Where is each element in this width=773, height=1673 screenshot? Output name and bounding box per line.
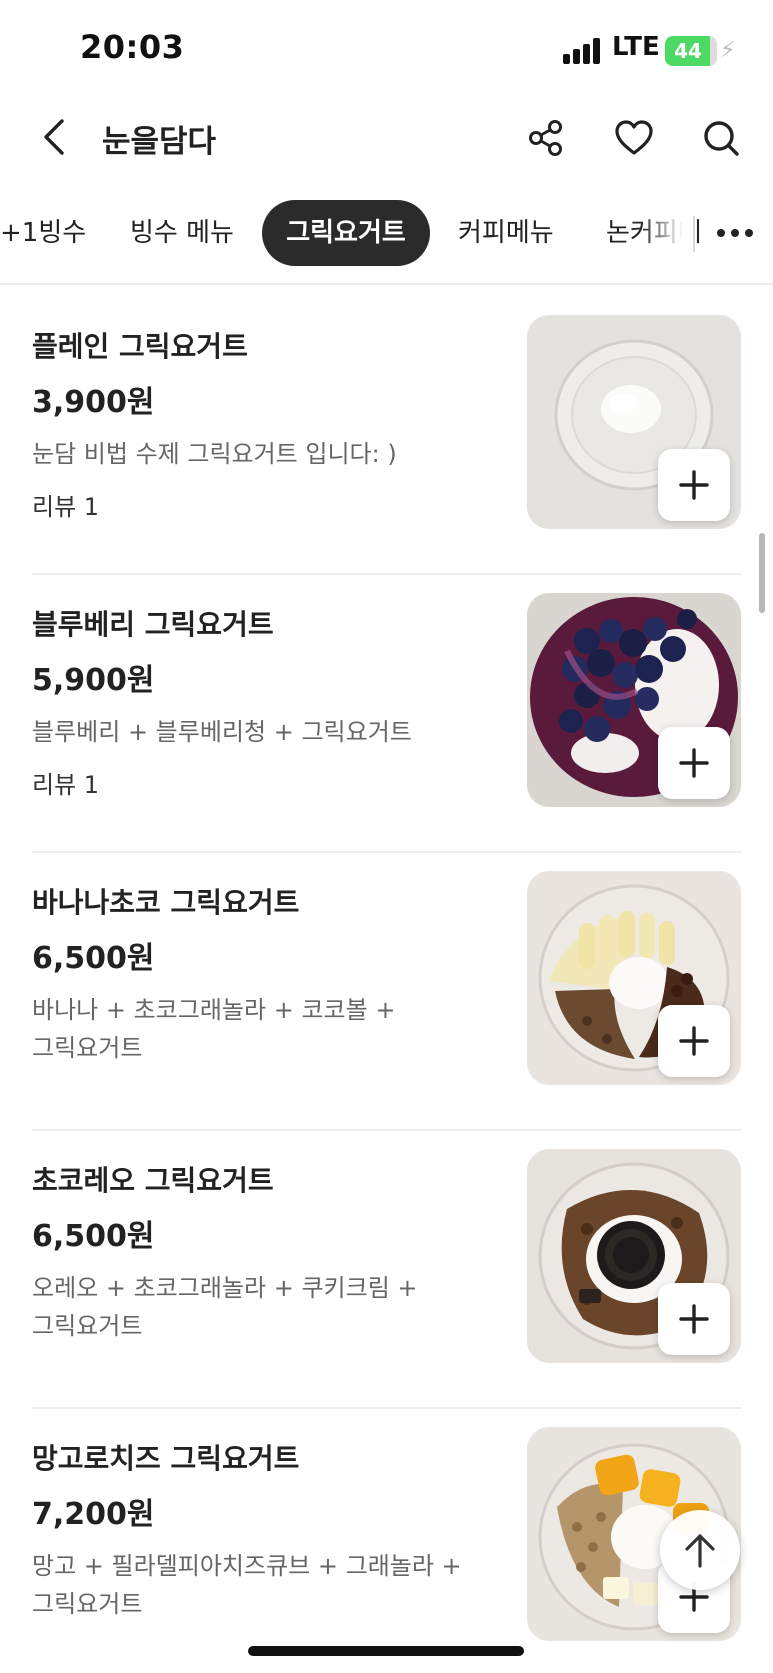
share-button[interactable] [520, 112, 572, 164]
battery-level: 44 [674, 39, 702, 63]
menu-item-price: 3,900원 [32, 385, 155, 420]
menu-item-name: 바나나초코 그릭요거트 [32, 886, 300, 919]
page-title: 눈을담다 [102, 124, 217, 160]
battery-icon: 44 [665, 36, 717, 66]
menu-item-price: 7,200원 [32, 1497, 155, 1532]
tab-plus1-bingsu[interactable]: +1빙수 [0, 200, 86, 266]
signal-icon [563, 38, 605, 64]
menu-item[interactable]: 초코레오 그릭요거트 6,500원 오레오 + 초코그래놀라 + 쿠키크림 + … [32, 1131, 742, 1409]
menu-item-name: 플레인 그릭요거트 [32, 330, 248, 363]
tab-coffee-menu[interactable]: 커피메뉴 [458, 200, 554, 266]
plus-icon [679, 748, 709, 778]
add-to-cart-button[interactable] [658, 1283, 730, 1355]
tab-divider [693, 216, 695, 252]
scroll-to-top-button[interactable] [660, 1510, 740, 1590]
menu-item-price: 6,500원 [32, 941, 155, 976]
menu-item-name: 초코레오 그릭요거트 [32, 1164, 274, 1197]
search-button[interactable] [695, 112, 747, 164]
search-icon [704, 121, 739, 156]
category-tabs: +1빙수 빙수 메뉴 그릭요거트 커피메뉴 논커피메 [0, 200, 773, 268]
scrollbar[interactable] [759, 533, 765, 613]
favorite-button[interactable] [608, 112, 660, 164]
status-time: 20:03 [80, 28, 185, 66]
add-to-cart-button[interactable] [658, 1005, 730, 1077]
menu-item[interactable]: 블루베리 그릭요거트 5,900원 블루베리 + 블루베리청 + 그릭요거트 리… [32, 575, 742, 853]
share-icon [529, 120, 562, 156]
network-type: LTE [612, 32, 660, 62]
more-dots-icon [717, 229, 725, 237]
menu-item-name: 블루베리 그릭요거트 [32, 608, 274, 641]
tab-greek-yogurt[interactable]: 그릭요거트 [262, 200, 430, 266]
heart-icon [615, 120, 653, 155]
plus-icon [679, 1026, 709, 1056]
add-to-cart-button[interactable] [658, 727, 730, 799]
menu-item[interactable]: 플레인 그릭요거트 3,900원 눈담 비법 수제 그릭요거트 입니다: ) 리… [32, 297, 742, 575]
menu-item[interactable]: 바나나초코 그릭요거트 6,500원 바나나 + 초코그래놀라 + 코코볼 + … [32, 853, 742, 1131]
menu-item-description: 바나나 + 초코그래놀라 + 코코볼 + 그릭요거트 [32, 996, 396, 1062]
menu-item-price: 6,500원 [32, 1219, 155, 1254]
menu-item-description: 눈담 비법 수제 그릭요거트 입니다: ) [32, 440, 397, 468]
menu-item-name: 망고로치즈 그릭요거트 [32, 1442, 300, 1475]
more-categories-button[interactable] [705, 200, 765, 266]
tab-bingsu-menu[interactable]: 빙수 메뉴 [130, 200, 234, 266]
chevron-left-icon [44, 119, 64, 155]
arrow-up-icon [685, 1534, 715, 1568]
plus-icon [679, 470, 709, 500]
status-bar: 20:03 LTE 44 ⚡ [0, 0, 773, 100]
menu-item-description: 블루베리 + 블루베리청 + 그릭요거트 [32, 718, 412, 746]
menu-item[interactable]: 망고로치즈 그릭요거트 7,200원 망고 + 필라델피아치즈큐브 + 그래놀라… [32, 1409, 742, 1673]
back-button[interactable] [30, 112, 80, 162]
menu-item-description: 오레오 + 초코그래놀라 + 쿠키크림 + 그릭요거트 [32, 1274, 418, 1340]
plus-icon [679, 1304, 709, 1334]
menu-item-review-count: 리뷰 1 [32, 493, 100, 521]
store-header: 눈을담다 [0, 100, 773, 180]
menu-item-description: 망고 + 필라델피아치즈큐브 + 그래놀라 + 그릭요거트 [32, 1552, 462, 1618]
menu-item-review-count: 리뷰 1 [32, 771, 100, 799]
menu-item-price: 5,900원 [32, 663, 155, 698]
header-divider [0, 283, 773, 285]
add-to-cart-button[interactable] [658, 449, 730, 521]
charging-bolt-icon: ⚡ [720, 38, 736, 63]
home-indicator[interactable] [248, 1646, 524, 1656]
